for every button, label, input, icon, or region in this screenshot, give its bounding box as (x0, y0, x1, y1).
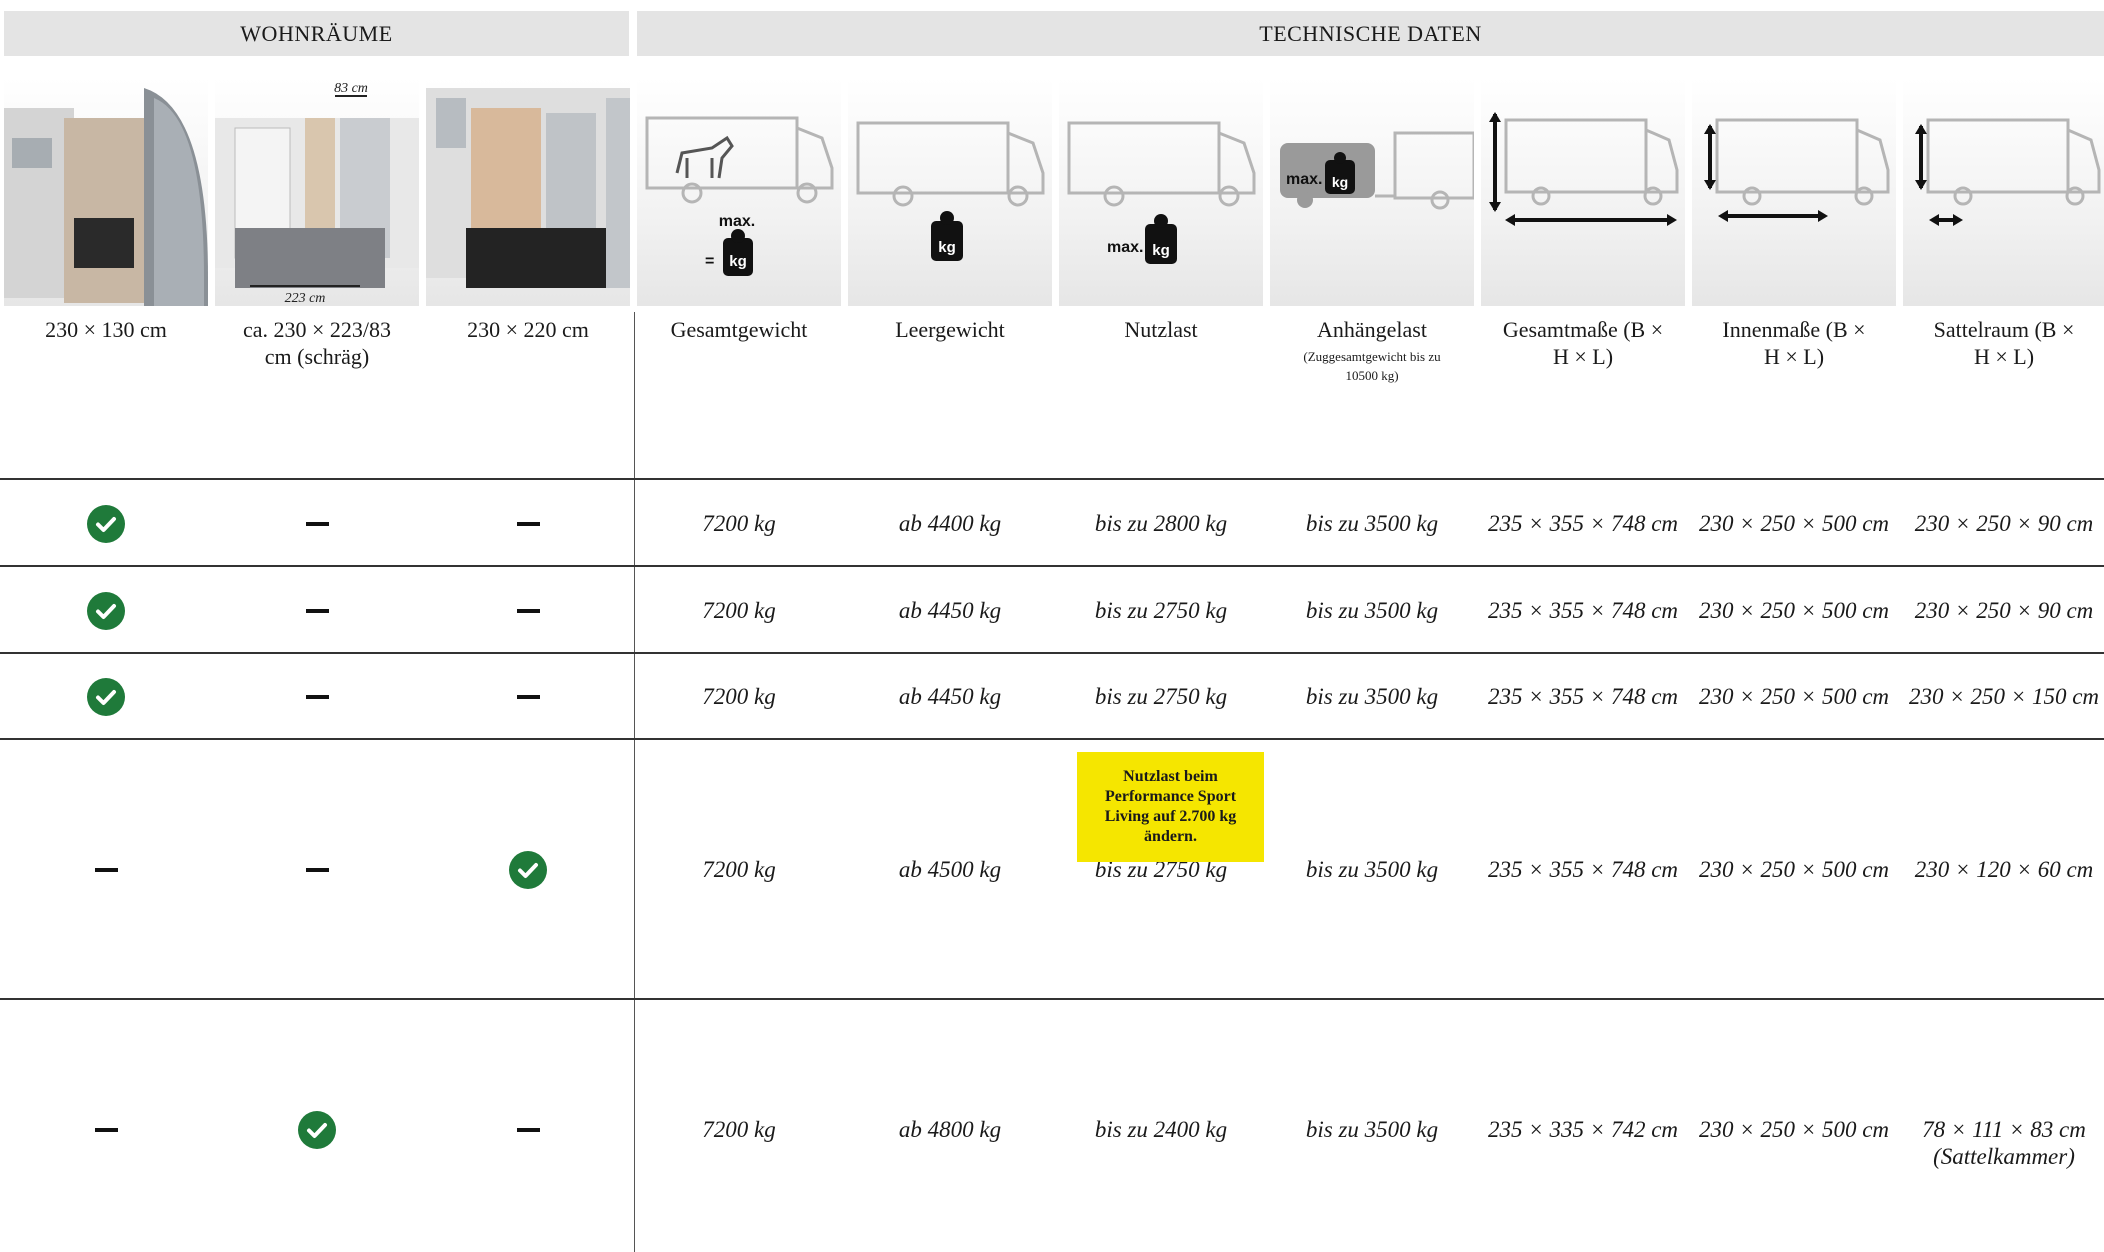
col-label-anhaengelast: Anhängelast (Zuggesamtgewicht bis zu 105… (1270, 316, 1474, 385)
check-icon (87, 678, 125, 716)
cell-gmasse: 235 × 355 × 748 cm (1487, 857, 1679, 882)
check-icon (87, 505, 125, 543)
dash-icon (306, 609, 329, 613)
row-divider (0, 478, 2104, 480)
row-divider (0, 565, 2104, 567)
cell-gmasse: 235 × 355 × 748 cm (1487, 684, 1679, 709)
col-label-leergewicht: Leergewicht (895, 317, 1005, 342)
cell-gesamt: 7200 kg (702, 598, 776, 623)
col-label-living-1: 230 × 130 cm (45, 317, 167, 342)
icon-text-max: max. (1286, 171, 1322, 188)
cell-imasse: 230 × 250 × 500 cm (1698, 857, 1890, 882)
thumb-living-1 (4, 78, 208, 306)
dim-label-bottom: 223 cm (285, 291, 326, 306)
dash-icon (517, 1128, 540, 1132)
col-label-sattelraum: Sattelraum (B × H × L) (1933, 317, 2075, 369)
cell-sattel: 78 × 111 × 83 cm (Sattelkammer) (1922, 1117, 2086, 1169)
dash-icon (517, 609, 540, 613)
col-label-nutzlast: Nutzlast (1124, 317, 1198, 342)
dash-icon (306, 695, 329, 699)
icon-text-kg: kg (1332, 174, 1348, 190)
dash-icon (95, 868, 118, 872)
dash-icon (517, 695, 540, 699)
cell-gesamt: 7200 kg (702, 1117, 776, 1142)
icon-text-max: max. (719, 213, 755, 230)
col-label-innenmasse: Innenmaße (B × H × L) (1722, 317, 1866, 369)
icon-gesamtmasse (1481, 78, 1685, 306)
cell-sattel: 230 × 120 × 60 cm (1914, 857, 2094, 882)
icon-gesamtgewicht: max. = kg (637, 78, 841, 306)
cell-gesamt: 7200 kg (702, 684, 776, 709)
col-label-living-2: ca. 230 × 223/83 cm (schräg) (242, 317, 392, 369)
cell-nutz: bis zu 2750 kg (1094, 684, 1228, 709)
cell-anh: bis zu 3500 kg (1305, 511, 1439, 536)
cell-sattel: 230 × 250 × 150 cm (1908, 684, 2100, 709)
icon-text-kg: kg (938, 239, 956, 256)
cell-anh: bis zu 3500 kg (1305, 684, 1439, 709)
cell-imasse: 230 × 250 × 500 cm (1698, 684, 1890, 709)
cell-imasse: 230 × 250 × 500 cm (1698, 598, 1890, 623)
icon-nutzlast: max. kg (1059, 78, 1263, 306)
col-label-living-3: 230 × 220 cm (467, 317, 589, 342)
dim-label-top: 83 cm (334, 81, 368, 96)
cell-gesamt: 7200 kg (702, 857, 776, 882)
cell-nutz: bis zu 2750 kg (1094, 598, 1228, 623)
thumb-living-3 (426, 78, 630, 306)
icon-text-kg: kg (1152, 242, 1170, 259)
check-icon (298, 1111, 336, 1149)
icon-anhaengelast: max. kg (1270, 78, 1474, 306)
dash-icon (517, 522, 540, 526)
cell-anh: bis zu 3500 kg (1305, 598, 1439, 623)
cell-nutz: bis zu 2800 kg (1094, 511, 1228, 536)
cell-imasse: 230 × 250 × 500 cm (1698, 1117, 1890, 1142)
row-divider (0, 998, 2104, 1000)
icon-text-max: max. (1107, 239, 1143, 256)
cell-gmasse: 235 × 355 × 748 cm (1487, 598, 1679, 623)
icon-innenmasse (1692, 78, 1896, 306)
icon-text-kg: kg (729, 253, 747, 270)
row-divider (0, 652, 2104, 654)
cell-leer: ab 4400 kg (898, 511, 1002, 536)
cell-leer: ab 4800 kg (898, 1117, 1002, 1142)
cell-sattel: 230 × 250 × 90 cm (1914, 598, 2094, 623)
cell-sattel: 230 × 250 × 90 cm (1914, 511, 2094, 536)
dash-icon (306, 522, 329, 526)
check-icon (509, 851, 547, 889)
cell-gmasse: 235 × 355 × 748 cm (1487, 511, 1679, 536)
icon-text-eq: = (705, 253, 714, 270)
nutzlast-note: Nutzlast beim Performance Sport Living a… (1077, 752, 1264, 862)
cell-anh: bis zu 3500 kg (1305, 857, 1439, 882)
section-header-wohnraeume: WOHNRÄUME (4, 11, 629, 56)
divider-vertical (634, 312, 635, 1252)
check-icon (87, 592, 125, 630)
row-divider (0, 738, 2104, 740)
col-label-anhaengelast-main: Anhängelast (1317, 317, 1427, 342)
icon-leergewicht: kg (848, 78, 1052, 306)
col-label-gesamtgewicht: Gesamtgewicht (670, 317, 808, 342)
cell-gmasse: 235 × 335 × 742 cm (1487, 1117, 1679, 1142)
section-header-technische-daten: TECHNISCHE DATEN (637, 11, 2104, 56)
cell-nutz: bis zu 2400 kg (1094, 1117, 1228, 1142)
col-label-gesamtmasse: Gesamtmaße (B × H × L) (1502, 317, 1664, 369)
thumb-living-2: 83 cm 223 cm (215, 78, 419, 306)
cell-leer: ab 4500 kg (898, 857, 1002, 882)
icon-sattelraum (1903, 78, 2104, 306)
cell-anh: bis zu 3500 kg (1305, 1117, 1439, 1142)
cell-gesamt: 7200 kg (702, 511, 776, 536)
col-label-anhaengelast-sub: (Zuggesamtgewicht bis zu 10500 kg) (1303, 349, 1441, 383)
dash-icon (95, 1128, 118, 1132)
cell-leer: ab 4450 kg (898, 684, 1002, 709)
cell-imasse: 230 × 250 × 500 cm (1698, 511, 1890, 536)
dash-icon (306, 868, 329, 872)
cell-leer: ab 4450 kg (898, 598, 1002, 623)
